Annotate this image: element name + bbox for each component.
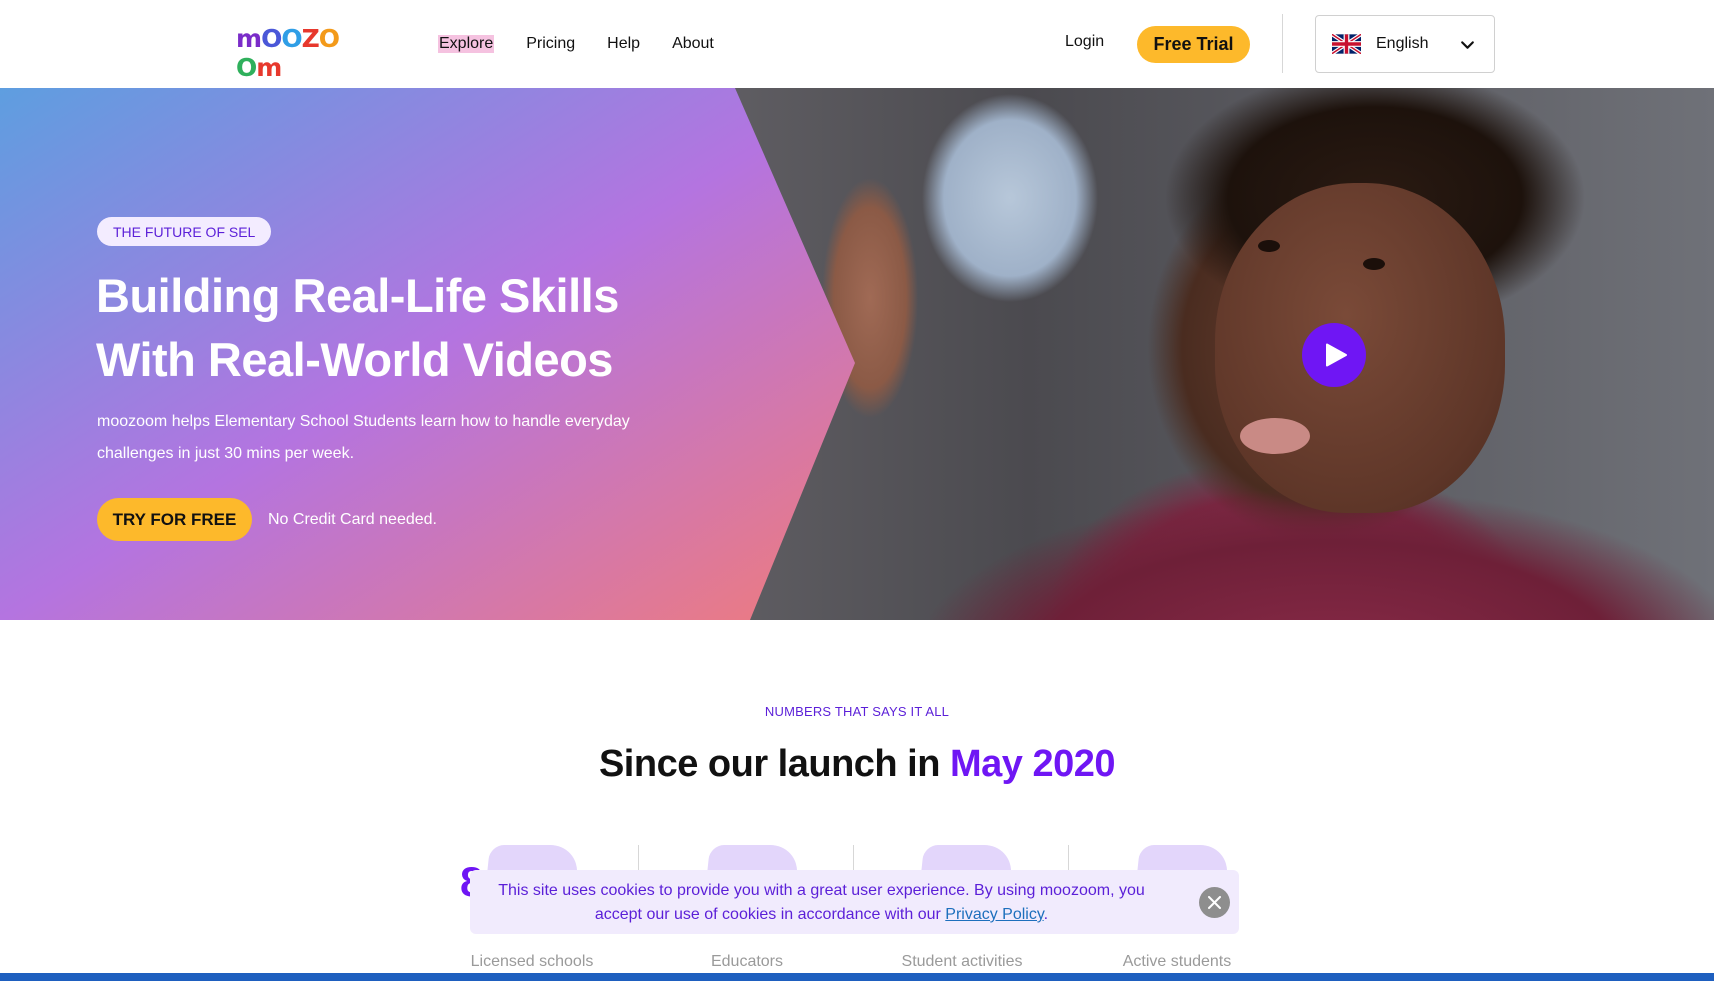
login-link[interactable]: Login xyxy=(1065,33,1104,51)
moozoom-logo[interactable]: mOOZOOm xyxy=(236,24,354,82)
language-select[interactable]: English xyxy=(1315,15,1495,73)
language-label: English xyxy=(1376,35,1429,52)
hero-section: THE FUTURE OF SEL Building Real-Life Ski… xyxy=(0,88,1714,620)
site-header: mOOZOOm Explore Pricing Help About Login… xyxy=(0,0,1714,88)
free-trial-button[interactable]: Free Trial xyxy=(1137,26,1250,63)
uk-flag-icon xyxy=(1332,34,1361,54)
close-icon xyxy=(1208,896,1221,909)
stat-label-student-activities: Student activities xyxy=(901,953,1023,970)
nav-help[interactable]: Help xyxy=(607,35,640,53)
numbers-eyebrow: NUMBERS THAT SAYS IT ALL xyxy=(764,704,950,719)
nav-explore[interactable]: Explore xyxy=(438,35,495,53)
header-divider xyxy=(1282,14,1283,73)
nav-about[interactable]: About xyxy=(672,35,714,53)
video-figure-eye xyxy=(1363,258,1385,270)
hero-subtitle: moozoom helps Elementary School Students… xyxy=(97,406,697,470)
cookie-close-button[interactable] xyxy=(1199,887,1230,918)
main-nav: Explore Pricing Help About xyxy=(438,0,714,88)
try-for-free-button[interactable]: TRY FOR FREE xyxy=(97,498,252,541)
chevron-down-icon xyxy=(1461,41,1474,49)
stat-label-educators: Educators xyxy=(710,953,784,970)
cookie-text-after: . xyxy=(1043,906,1049,923)
hero-eyebrow-pill: THE FUTURE OF SEL xyxy=(97,217,272,246)
hero-title-line2: With Real-World Videos xyxy=(96,333,613,386)
hero-subtitle-line1: moozoom helps Elementary School Students… xyxy=(97,413,630,430)
no-credit-card-note: No Credit Card needed. xyxy=(268,511,437,528)
cookie-banner: This site uses cookies to provide you wi… xyxy=(470,870,1239,934)
hero-content: THE FUTURE OF SEL Building Real-Life Ski… xyxy=(0,88,860,620)
play-icon xyxy=(1326,343,1347,367)
cookie-message: This site uses cookies to provide you wi… xyxy=(480,879,1163,927)
video-figure-eye xyxy=(1258,240,1280,252)
stat-label-licensed-schools: Licensed schools xyxy=(470,953,594,970)
play-video-button[interactable] xyxy=(1302,323,1366,387)
numbers-title-accent: May 2020 xyxy=(950,743,1116,785)
numbers-title: Since our launch in May 2020 xyxy=(0,743,1714,786)
stat-label-active-students: Active students xyxy=(1122,953,1232,970)
hero-subtitle-line2: challenges in just 30 mins per week. xyxy=(97,445,355,462)
nav-pricing[interactable]: Pricing xyxy=(526,35,575,53)
numbers-title-prefix: Since our launch in xyxy=(598,743,951,785)
hero-title: Building Real-Life Skills With Real-Worl… xyxy=(96,264,796,392)
hero-title-line1: Building Real-Life Skills xyxy=(96,269,619,322)
privacy-policy-link[interactable]: Privacy Policy xyxy=(945,906,1043,923)
browser-bottom-bar xyxy=(0,973,1714,981)
video-figure-mouth xyxy=(1240,418,1310,454)
